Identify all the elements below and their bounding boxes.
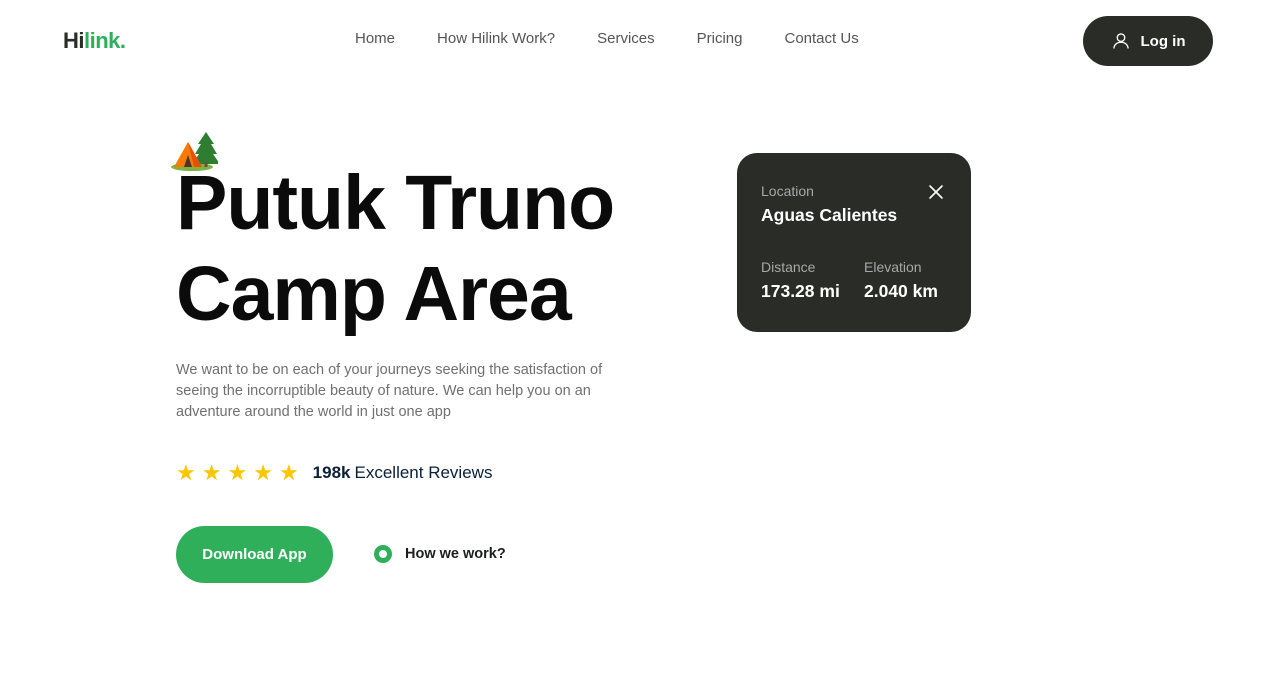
nav-how-hilink-work[interactable]: How Hilink Work?	[437, 30, 555, 47]
star-icon: ★	[227, 460, 248, 485]
how-we-work-link[interactable]: How we work?	[374, 545, 506, 563]
distance-value: 173.28 mi	[761, 281, 840, 301]
user-icon	[1112, 33, 1129, 49]
nav-services[interactable]: Services	[597, 30, 655, 47]
location-value: Aguas Calientes	[761, 205, 898, 225]
location-card: Location Aguas Calientes Distance 173.28…	[737, 153, 971, 332]
star-icon: ★	[176, 460, 196, 485]
star-icon: ★	[201, 460, 222, 485]
logo[interactable]: Hilink.	[63, 28, 126, 54]
hero-title-line1: Putuk Truno	[176, 160, 615, 246]
star-icon: ★	[278, 460, 299, 485]
hero-title-line2: Camp Area	[176, 251, 572, 337]
nav-home[interactable]: Home	[355, 30, 395, 47]
star-rating: ★ ★ ★ ★ ★	[176, 461, 299, 485]
elevation-value: 2.040 km	[864, 281, 938, 301]
location-label: Location	[761, 183, 814, 199]
reviews-count: 198k	[312, 463, 351, 482]
reviews-label: Excellent Reviews	[354, 463, 493, 482]
login-label: Log in	[1140, 32, 1186, 50]
main-nav: Home How Hilink Work? Services Pricing C…	[355, 30, 859, 47]
login-button[interactable]: Log in	[1083, 16, 1213, 66]
hero-title: Putuk Truno Camp Area	[176, 158, 716, 340]
nav-pricing[interactable]: Pricing	[697, 30, 743, 47]
download-app-button[interactable]: Download App	[176, 526, 333, 583]
hero-description: We want to be on each of your journeys s…	[176, 362, 603, 420]
close-icon[interactable]	[928, 184, 944, 200]
rating: ★ ★ ★ ★ ★ 198k Excellent Reviews	[176, 461, 492, 485]
logo-accent: link.	[84, 28, 126, 53]
logo-main: Hi	[63, 28, 85, 53]
how-we-work-label: How we work?	[405, 546, 506, 562]
play-icon	[374, 545, 392, 563]
elevation-label: Elevation	[864, 259, 922, 275]
nav-contact-us[interactable]: Contact Us	[785, 30, 859, 47]
star-icon: ★	[253, 460, 273, 485]
distance-label: Distance	[761, 259, 816, 275]
